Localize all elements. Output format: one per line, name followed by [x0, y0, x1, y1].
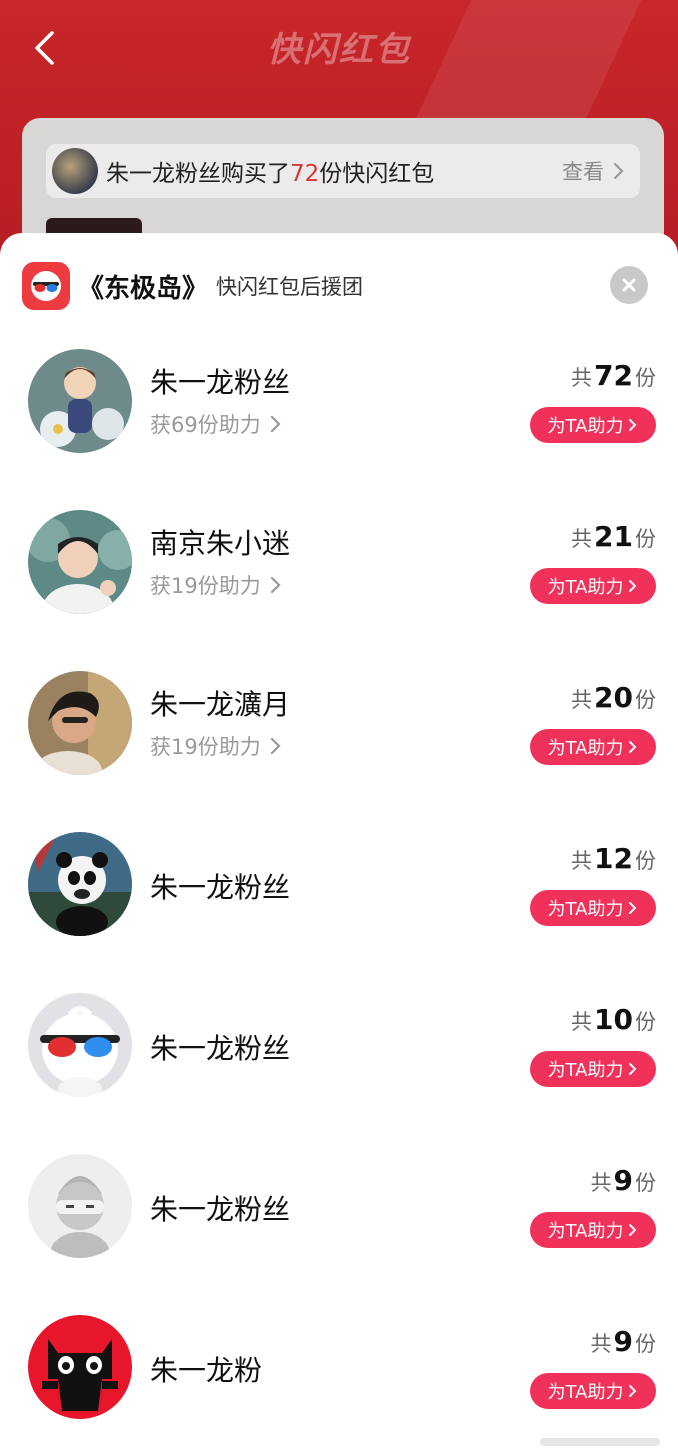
man-portrait-photo-avatar[interactable]	[28, 671, 132, 775]
sheet-header: 《东极岛》 快闪红包后援团	[22, 262, 363, 310]
chevron-right-icon	[629, 1063, 637, 1075]
boost-button[interactable]: 为TA助力	[530, 1051, 656, 1087]
page-title: 快闪红包	[267, 30, 411, 70]
supporter-name: 朱一龙粉丝	[150, 366, 291, 399]
boost-button[interactable]: 为TA助力	[530, 890, 656, 926]
default-ninja-avatar[interactable]	[28, 1154, 132, 1258]
close-button[interactable]	[610, 266, 648, 304]
list-item: 南京朱小迷 获19份助力 共 21 份 为TA助力	[0, 510, 678, 671]
purchase-notice-text: 朱一龙粉丝购买了72份快闪红包	[106, 161, 435, 187]
chevron-right-icon	[270, 737, 281, 755]
list-item: 朱一龙粉丝 共 10 份 为TA助力	[0, 993, 678, 1154]
boost-button[interactable]: 为TA助力	[530, 729, 656, 765]
supporter-name: 朱一龙瀇月	[150, 688, 291, 721]
boost-button[interactable]: 为TA助力	[530, 407, 656, 443]
chevron-right-icon	[613, 162, 624, 180]
share-count: 共9份	[590, 1164, 656, 1197]
list-item: 朱一龙粉丝 获69份助力 共 72 份 为TA助力	[0, 349, 678, 510]
boost-button[interactable]: 为TA助力	[530, 568, 656, 604]
supporter-name: 朱一龙粉丝	[150, 1193, 291, 1226]
share-count: 共 12 份	[571, 842, 656, 875]
list-item: 朱一龙瀇月 获19份助力 共 20 份 为TA助力	[0, 671, 678, 832]
chevron-right-icon	[629, 1224, 637, 1236]
sheet-title: 《东极岛》	[78, 273, 209, 304]
view-link[interactable]: 查看	[562, 156, 626, 186]
supporter-name: 朱一龙粉	[150, 1354, 263, 1387]
anime-boy-flowers-avatar[interactable]	[28, 349, 132, 453]
list-item: 朱一龙粉丝 共9份 为TA助力	[0, 1154, 678, 1315]
share-count: 共 10 份	[571, 1003, 656, 1036]
chevron-right-icon	[629, 580, 637, 592]
supporters-sheet: 《东极岛》 快闪红包后援团 朱一龙粉丝 获69份助力 共 72 份 为TA助力 …	[0, 233, 678, 1456]
boost-button[interactable]: 为TA助力	[530, 1212, 656, 1248]
supporter-list: 朱一龙粉丝 获69份助力 共 72 份 为TA助力 南京朱小迷 获19份助力 共…	[0, 349, 678, 1456]
boost-received-link[interactable]: 获19份助力	[150, 570, 283, 600]
share-count: 共 20 份	[571, 681, 656, 714]
app-logo-icon	[22, 262, 70, 310]
list-item: 朱一龙粉丝 共 12 份 为TA助力	[0, 832, 678, 993]
list-item: 朱一龙粉 共9份 为TA助力	[0, 1315, 678, 1456]
supporter-name: 朱一龙粉丝	[150, 1032, 291, 1065]
chevron-right-icon	[629, 902, 637, 914]
purchase-notice[interactable]: 朱一龙粉丝购买了72份快闪红包 查看	[46, 144, 640, 198]
chevron-right-icon	[270, 415, 281, 433]
chevron-right-icon	[629, 419, 637, 431]
supporter-name: 南京朱小迷	[150, 527, 291, 560]
share-count: 共 72 份	[571, 359, 656, 392]
share-count: 共9份	[590, 1325, 656, 1358]
sheet-subtitle: 快闪红包后援团	[216, 275, 364, 299]
boost-received-link[interactable]: 获19份助力	[150, 731, 283, 761]
smiling-man-photo-avatar[interactable]	[28, 510, 132, 614]
chevron-right-icon	[629, 1385, 637, 1397]
panda-avatar[interactable]	[28, 832, 132, 936]
close-icon	[622, 278, 636, 292]
chevron-right-icon	[270, 576, 281, 594]
chevron-right-icon	[629, 741, 637, 753]
home-indicator	[540, 1438, 660, 1446]
avatar	[52, 148, 98, 194]
boost-button[interactable]: 为TA助力	[530, 1373, 656, 1409]
3d-glasses-mascot-avatar[interactable]	[28, 993, 132, 1097]
boost-received-link[interactable]: 获69份助力	[150, 409, 283, 439]
tmall-cat-avatar[interactable]	[28, 1315, 132, 1419]
supporter-name: 朱一龙粉丝	[150, 871, 291, 904]
share-count: 共 21 份	[571, 520, 656, 553]
